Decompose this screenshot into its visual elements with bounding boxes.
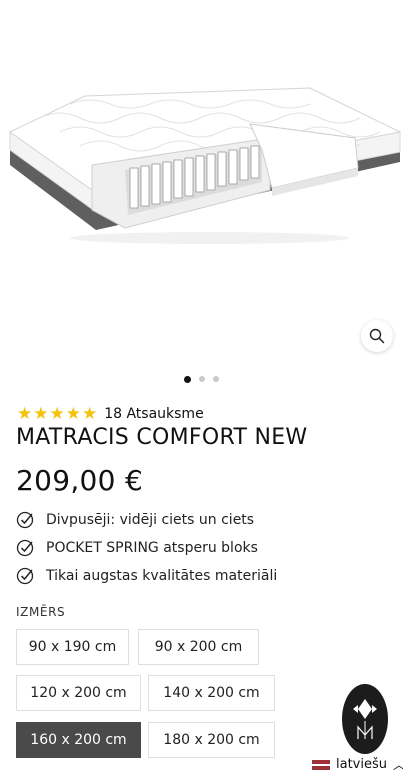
gallery-dot-1[interactable] bbox=[184, 375, 191, 383]
feature-item: POCKET SPRING atsperu bloks bbox=[16, 534, 277, 562]
product-image-gallery[interactable] bbox=[0, 0, 403, 370]
language-label: latviešu bbox=[336, 757, 387, 772]
gallery-dot-2[interactable] bbox=[199, 376, 205, 382]
size-option-90x200[interactable]: 90 x 200 cm bbox=[138, 629, 259, 665]
rating-row[interactable]: ★★★★★ 18 Atsauksme bbox=[17, 405, 204, 423]
gallery-dot-3[interactable] bbox=[213, 376, 219, 382]
feature-item: Divpusēji: vidēji ciets un ciets bbox=[16, 506, 277, 534]
latvia-flag-icon bbox=[312, 759, 330, 770]
mattress-image bbox=[9, 87, 402, 244]
feature-text: POCKET SPRING atsperu bloks bbox=[46, 540, 258, 556]
size-option-180x200[interactable]: 180 x 200 cm bbox=[148, 722, 275, 758]
feature-item: Tikai augstas kvalitātes materiāli bbox=[16, 562, 277, 590]
review-count-link[interactable]: 18 Atsauksme bbox=[104, 406, 203, 422]
check-circle-icon bbox=[16, 539, 34, 557]
brand-badge-button[interactable] bbox=[342, 684, 388, 754]
product-price: 209,00 € bbox=[16, 464, 144, 497]
chevron-up-icon: ︿ bbox=[393, 756, 403, 773]
star-rating-icon: ★★★★★ bbox=[17, 404, 99, 424]
brand-logo-icon bbox=[353, 699, 377, 739]
feature-text: Divpusēji: vidēji ciets un ciets bbox=[46, 512, 255, 528]
check-circle-icon bbox=[16, 567, 34, 585]
check-circle-icon bbox=[16, 511, 34, 529]
feature-text: Tikai augstas kvalitātes materiāli bbox=[46, 568, 278, 584]
size-option-120x200[interactable]: 120 x 200 cm bbox=[16, 675, 141, 711]
gallery-pagination bbox=[0, 375, 403, 383]
size-option-90x190[interactable]: 90 x 190 cm bbox=[16, 629, 129, 665]
product-title: MATRACIS COMFORT NEW bbox=[16, 425, 308, 450]
size-option-140x200[interactable]: 140 x 200 cm bbox=[148, 675, 275, 711]
size-label: IZMĒRS bbox=[16, 605, 66, 619]
magnifier-icon bbox=[369, 328, 385, 344]
feature-list: Divpusēji: vidēji ciets un ciets POCKET … bbox=[16, 506, 277, 590]
zoom-button[interactable] bbox=[361, 320, 393, 352]
size-option-160x200[interactable]: 160 x 200 cm bbox=[16, 722, 141, 758]
language-selector[interactable]: latviešu ︿ bbox=[312, 756, 403, 773]
